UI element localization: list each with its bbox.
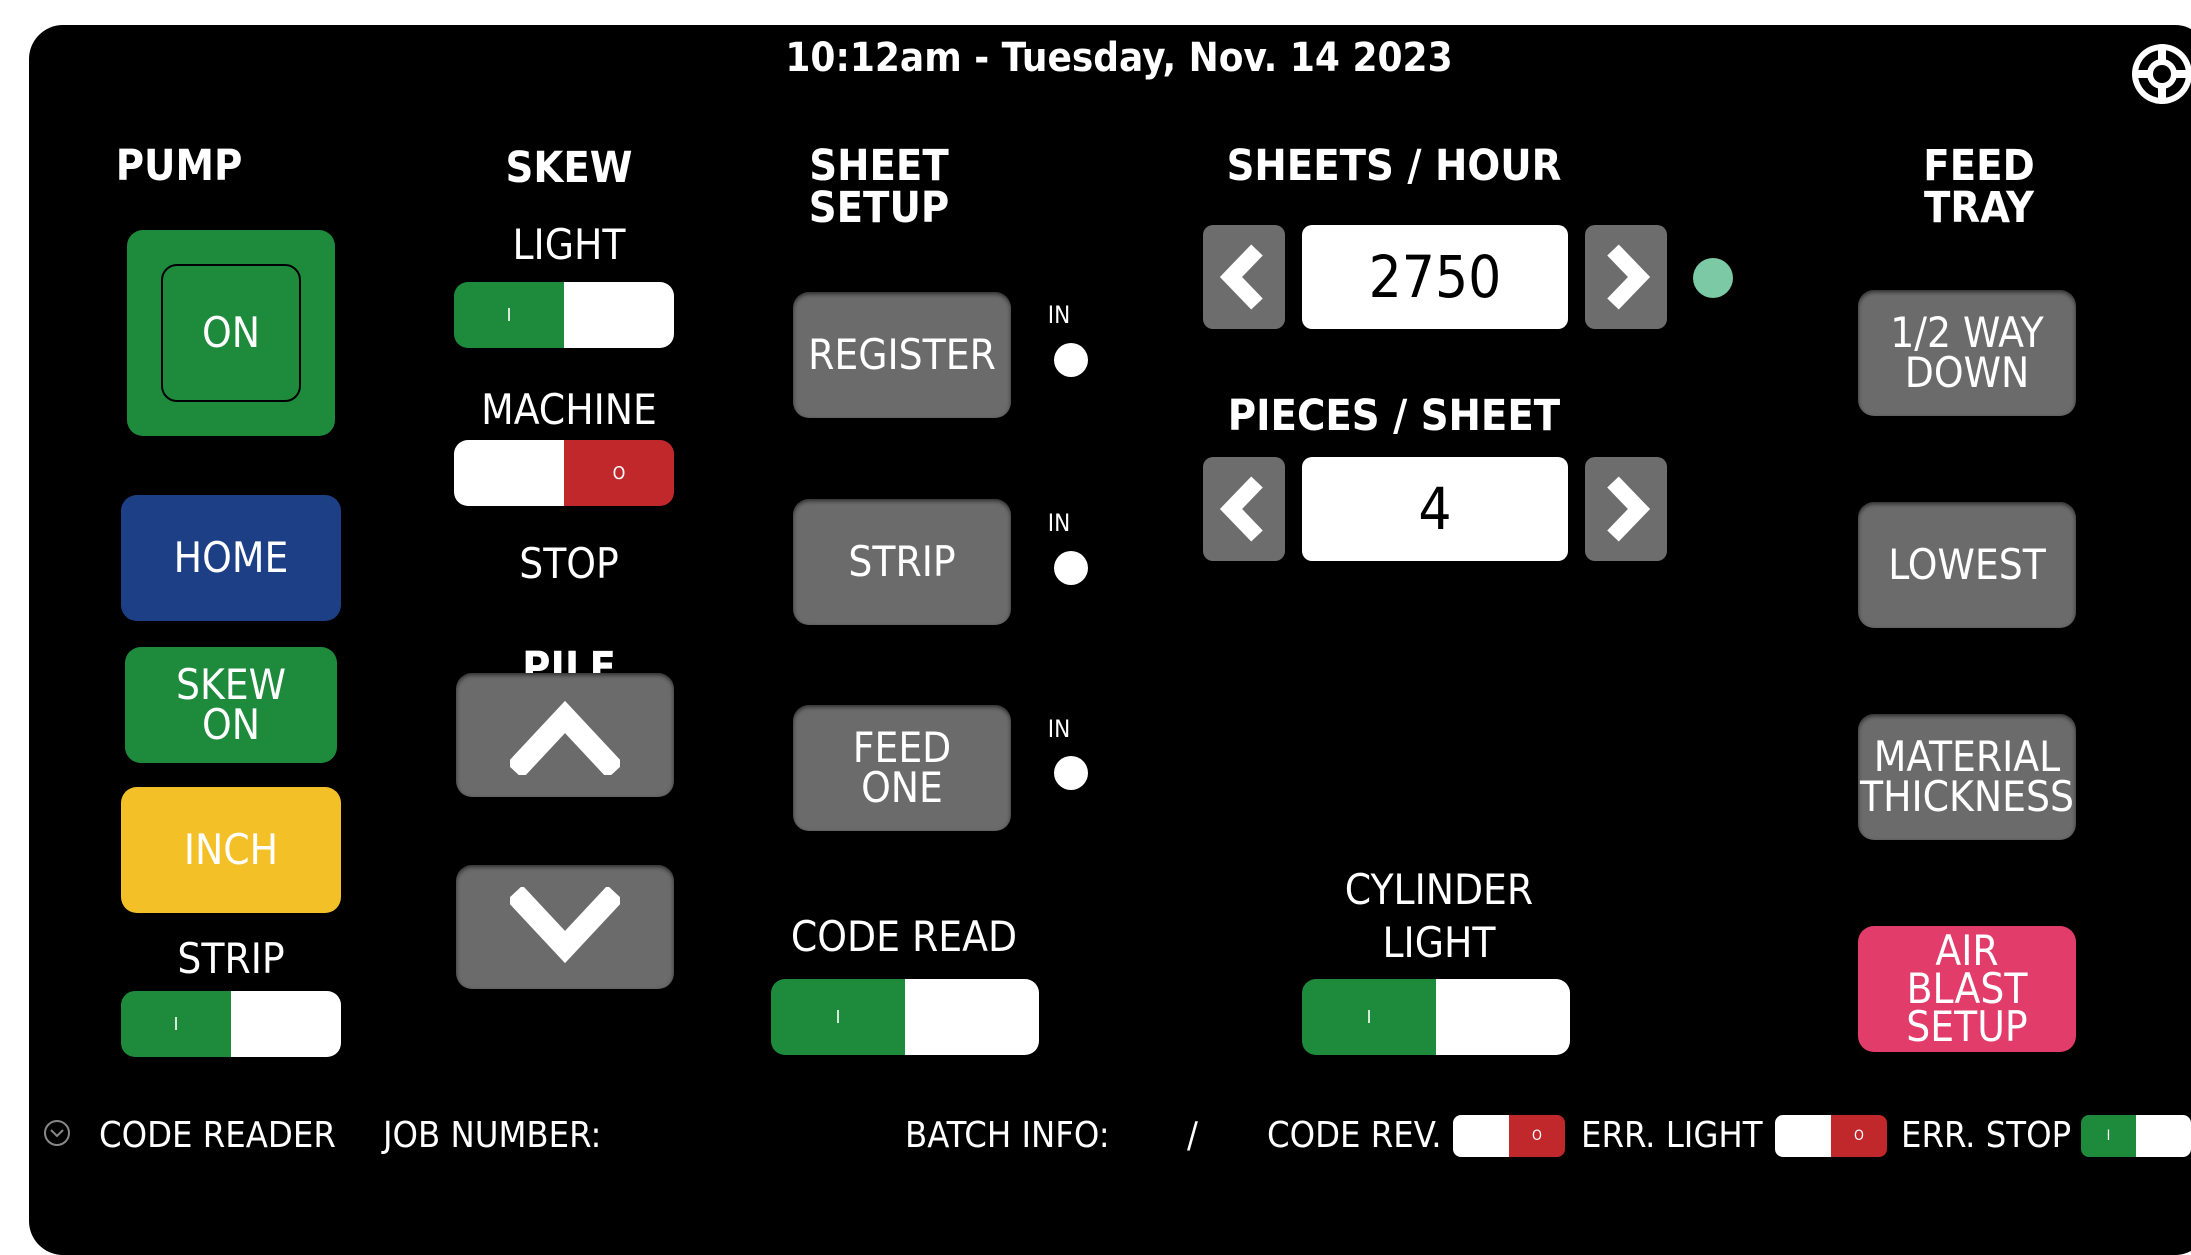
sheet-setup-title-line1: SHEET — [809, 141, 949, 191]
material-line1: MATERIAL — [1873, 732, 2061, 781]
strip-button[interactable]: STRIP — [793, 499, 1011, 625]
code-read-label: CODE READ — [790, 912, 1018, 961]
material-line2: THICKNESS — [1860, 772, 2074, 821]
air-line3: SETUP — [1906, 1002, 2028, 1051]
chevron-up-icon — [510, 700, 620, 775]
toggle-knob — [1775, 1115, 1831, 1157]
chevron-left-icon — [1219, 244, 1263, 310]
skew-on-button[interactable]: SKEW ON — [125, 647, 337, 763]
feed-tray-title-line1: FEED — [1923, 141, 2035, 191]
toggle-knob — [1453, 1115, 1509, 1157]
toggle-knob — [231, 991, 341, 1057]
datetime: 10:12am - Tuesday, Nov. 14 2023 — [785, 35, 1453, 81]
chevron-right-icon — [1607, 244, 1651, 310]
pile-up-button[interactable] — [456, 673, 674, 797]
feed-one-in-indicator — [1054, 756, 1088, 790]
sheet-setup-title-line2: SETUP — [808, 183, 950, 233]
register-in-label: IN — [1047, 301, 1071, 329]
machine-label: MACHINE — [481, 385, 657, 434]
toggle-knob — [564, 282, 674, 348]
batch-separator: / — [1187, 1115, 1198, 1156]
lifebuoy-icon[interactable] — [2127, 39, 2191, 109]
code-read-toggle[interactable]: I — [771, 979, 1039, 1055]
toggle-knob — [454, 440, 564, 506]
chevron-left-icon — [1219, 476, 1263, 542]
pump-title: PUMP — [115, 141, 243, 191]
inch-button[interactable]: INCH — [121, 787, 341, 913]
toggle-knob — [905, 979, 1039, 1055]
chevron-right-icon — [1607, 476, 1651, 542]
skew-light-label: LIGHT — [512, 220, 626, 269]
pieces-sheet-value[interactable]: 4 — [1302, 457, 1568, 561]
toggle-on-side: I — [1302, 979, 1436, 1055]
half-way-line1: 1/2 WAY — [1890, 308, 2044, 357]
half-way-line2: DOWN — [1904, 348, 2030, 397]
toggle-on-side: I — [771, 979, 905, 1055]
toggle-on-side: I — [454, 282, 564, 348]
feed-one-line2: ONE — [861, 763, 943, 812]
pieces-sheet-title: PIECES / SHEET — [1227, 391, 1561, 441]
err-stop-label: ERR. STOP — [1901, 1115, 2072, 1156]
pieces-sheet-increase-button[interactable] — [1585, 457, 1667, 561]
feed-one-button[interactable]: FEED ONE — [793, 705, 1011, 831]
pile-down-button[interactable] — [456, 865, 674, 989]
cylinder-label-line1: CYLINDER — [1344, 865, 1534, 914]
pieces-sheet-decrease-button[interactable] — [1203, 457, 1285, 561]
err-light-label: ERR. LIGHT — [1581, 1115, 1763, 1156]
sheets-hour-increase-button[interactable] — [1585, 225, 1667, 329]
control-panel: 10:12am - Tuesday, Nov. 14 2023 PUMP ON … — [29, 25, 2191, 1255]
skew-on-label: SKEW ON — [175, 660, 286, 749]
code-rev-toggle[interactable]: O — [1453, 1115, 1565, 1157]
err-stop-toggle[interactable]: I — [2081, 1115, 2191, 1157]
material-thickness-button[interactable]: MATERIAL THICKNESS — [1858, 714, 2076, 840]
lowest-button[interactable]: LOWEST — [1858, 502, 2076, 628]
toggle-knob — [2136, 1115, 2191, 1157]
feed-one-in-label: IN — [1047, 715, 1071, 743]
chevron-down-icon — [510, 887, 620, 964]
strip-in-indicator — [1054, 551, 1088, 585]
sheets-hour-value[interactable]: 2750 — [1302, 225, 1568, 329]
register-button[interactable]: REGISTER — [793, 292, 1011, 418]
code-reader-label: CODE READER — [99, 1115, 336, 1156]
strip-label: STRIP — [177, 934, 285, 983]
air-blast-setup-button[interactable]: AIR BLAST SETUP — [1858, 926, 2076, 1052]
stop-label: STOP — [519, 539, 619, 588]
err-light-toggle[interactable]: O — [1775, 1115, 1887, 1157]
pump-on-inner: ON — [161, 264, 301, 402]
half-way-down-button[interactable]: 1/2 WAY DOWN — [1858, 290, 2076, 416]
toggle-knob — [1436, 979, 1570, 1055]
cylinder-label-line2: LIGHT — [1382, 918, 1496, 967]
register-in-indicator — [1054, 343, 1088, 377]
chevron-down-circle-icon[interactable] — [42, 1118, 72, 1148]
strip-in-label: IN — [1047, 509, 1071, 537]
toggle-off-side: O — [564, 440, 674, 506]
pump-on-button[interactable]: ON — [127, 230, 335, 436]
feed-one-line1: FEED — [852, 723, 952, 772]
job-number-label: JOB NUMBER: — [383, 1115, 602, 1156]
skew-light-toggle[interactable]: I — [454, 282, 674, 348]
machine-stop-toggle[interactable]: O — [454, 440, 674, 506]
toggle-on-side: I — [121, 991, 231, 1057]
feed-tray-title-line2: TRAY — [1923, 183, 2035, 233]
home-button[interactable]: HOME — [121, 495, 341, 621]
toggle-on-side: I — [2081, 1115, 2136, 1157]
strip-toggle[interactable]: I — [121, 991, 341, 1057]
toggle-off-side: O — [1831, 1115, 1887, 1157]
cylinder-light-toggle[interactable]: I — [1302, 979, 1570, 1055]
sheets-hour-title: SHEETS / HOUR — [1226, 141, 1562, 191]
code-rev-label: CODE REV. — [1267, 1115, 1442, 1156]
toggle-off-side: O — [1509, 1115, 1565, 1157]
pump-on-label: ON — [202, 308, 260, 357]
batch-info-label: BATCH INFO: — [905, 1115, 1110, 1156]
sheets-hour-decrease-button[interactable] — [1203, 225, 1285, 329]
skew-title: SKEW — [505, 143, 633, 193]
sheets-hour-status-indicator — [1693, 258, 1733, 298]
